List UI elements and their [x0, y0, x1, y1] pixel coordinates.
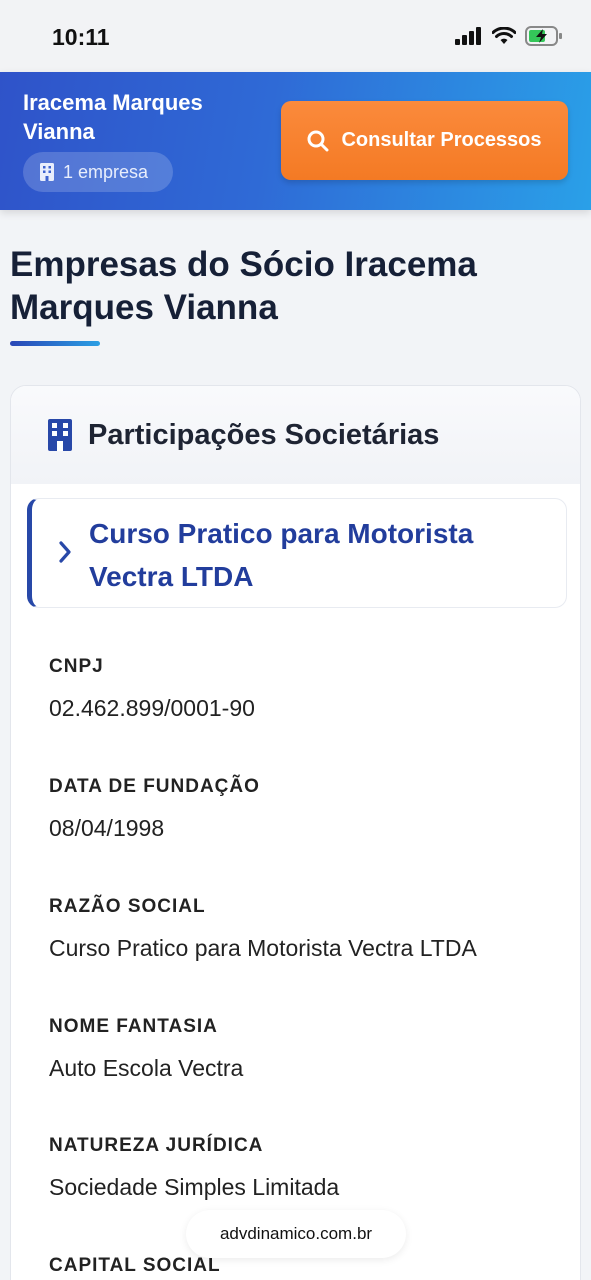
chevron-right-icon: [59, 541, 71, 563]
field-label: CNPJ: [49, 656, 104, 677]
building-icon: [48, 419, 72, 451]
field-label: DATA DE FUNDAÇÃO: [49, 776, 260, 797]
signal-icon: [455, 27, 481, 45]
field-label: RAZÃO SOCIAL: [49, 896, 206, 917]
field-share-capital: CAPITAL SOCIAL: [49, 1255, 569, 1277]
field-cnpj: CNPJ 02.462.899/0001-90: [49, 656, 569, 722]
wifi-icon: [492, 27, 516, 44]
status-time: 10:11: [52, 24, 110, 50]
status-bar: 10:11: [0, 0, 591, 72]
building-icon: [40, 163, 54, 181]
field-value: Sociedade Simples Limitada: [49, 1174, 340, 1200]
page-title: Empresas do Sócio Iracema Marques Vianna: [10, 245, 477, 327]
field-label: NOME FANTASIA: [49, 1016, 218, 1037]
search-icon: [307, 130, 329, 151]
field-trade-name: NOME FANTASIA Auto Escola Vectra: [49, 1016, 569, 1082]
company-count-label: 1 empresa: [63, 161, 149, 182]
field-value: Curso Pratico para Motorista Vectra LTDA: [49, 935, 477, 961]
company-accordion-item[interactable]: Curso Pratico para Motorista Vectra LTDA: [27, 498, 567, 608]
card-title: Participações Societárias: [88, 418, 440, 451]
company-count-badge: 1 empresa: [23, 152, 173, 192]
field-legal-nature: NATUREZA JURÍDICA Sociedade Simples Limi…: [49, 1135, 569, 1201]
app-header: Iracema Marques Vianna 1 empresa Consult…: [0, 72, 591, 210]
field-founding-date: DATA DE FUNDAÇÃO 08/04/1998: [49, 776, 569, 842]
consult-processes-label: Consultar Processos: [341, 129, 542, 151]
company-name: Curso Pratico para Motorista Vectra LTDA: [89, 518, 474, 592]
field-value: Auto Escola Vectra: [49, 1055, 244, 1081]
partnerships-card: Participações Societárias Curso Pratico …: [10, 385, 581, 1280]
field-legal-name: RAZÃO SOCIAL Curso Pratico para Motorist…: [49, 896, 569, 962]
battery-charging-icon: [525, 26, 562, 46]
field-label: CAPITAL SOCIAL: [49, 1255, 221, 1276]
status-icons: [455, 26, 563, 46]
title-underline: [10, 341, 100, 346]
field-label: NATUREZA JURÍDICA: [49, 1135, 264, 1156]
card-header: Participações Societárias: [11, 386, 580, 484]
field-value: 08/04/1998: [49, 815, 165, 841]
field-value: 02.462.899/0001-90: [49, 695, 255, 721]
consult-processes-button[interactable]: Consultar Processos: [281, 101, 568, 180]
partner-name: Iracema Marques Vianna: [23, 90, 203, 144]
browser-url-bar[interactable]: advdinamico.com.br: [186, 1210, 406, 1258]
